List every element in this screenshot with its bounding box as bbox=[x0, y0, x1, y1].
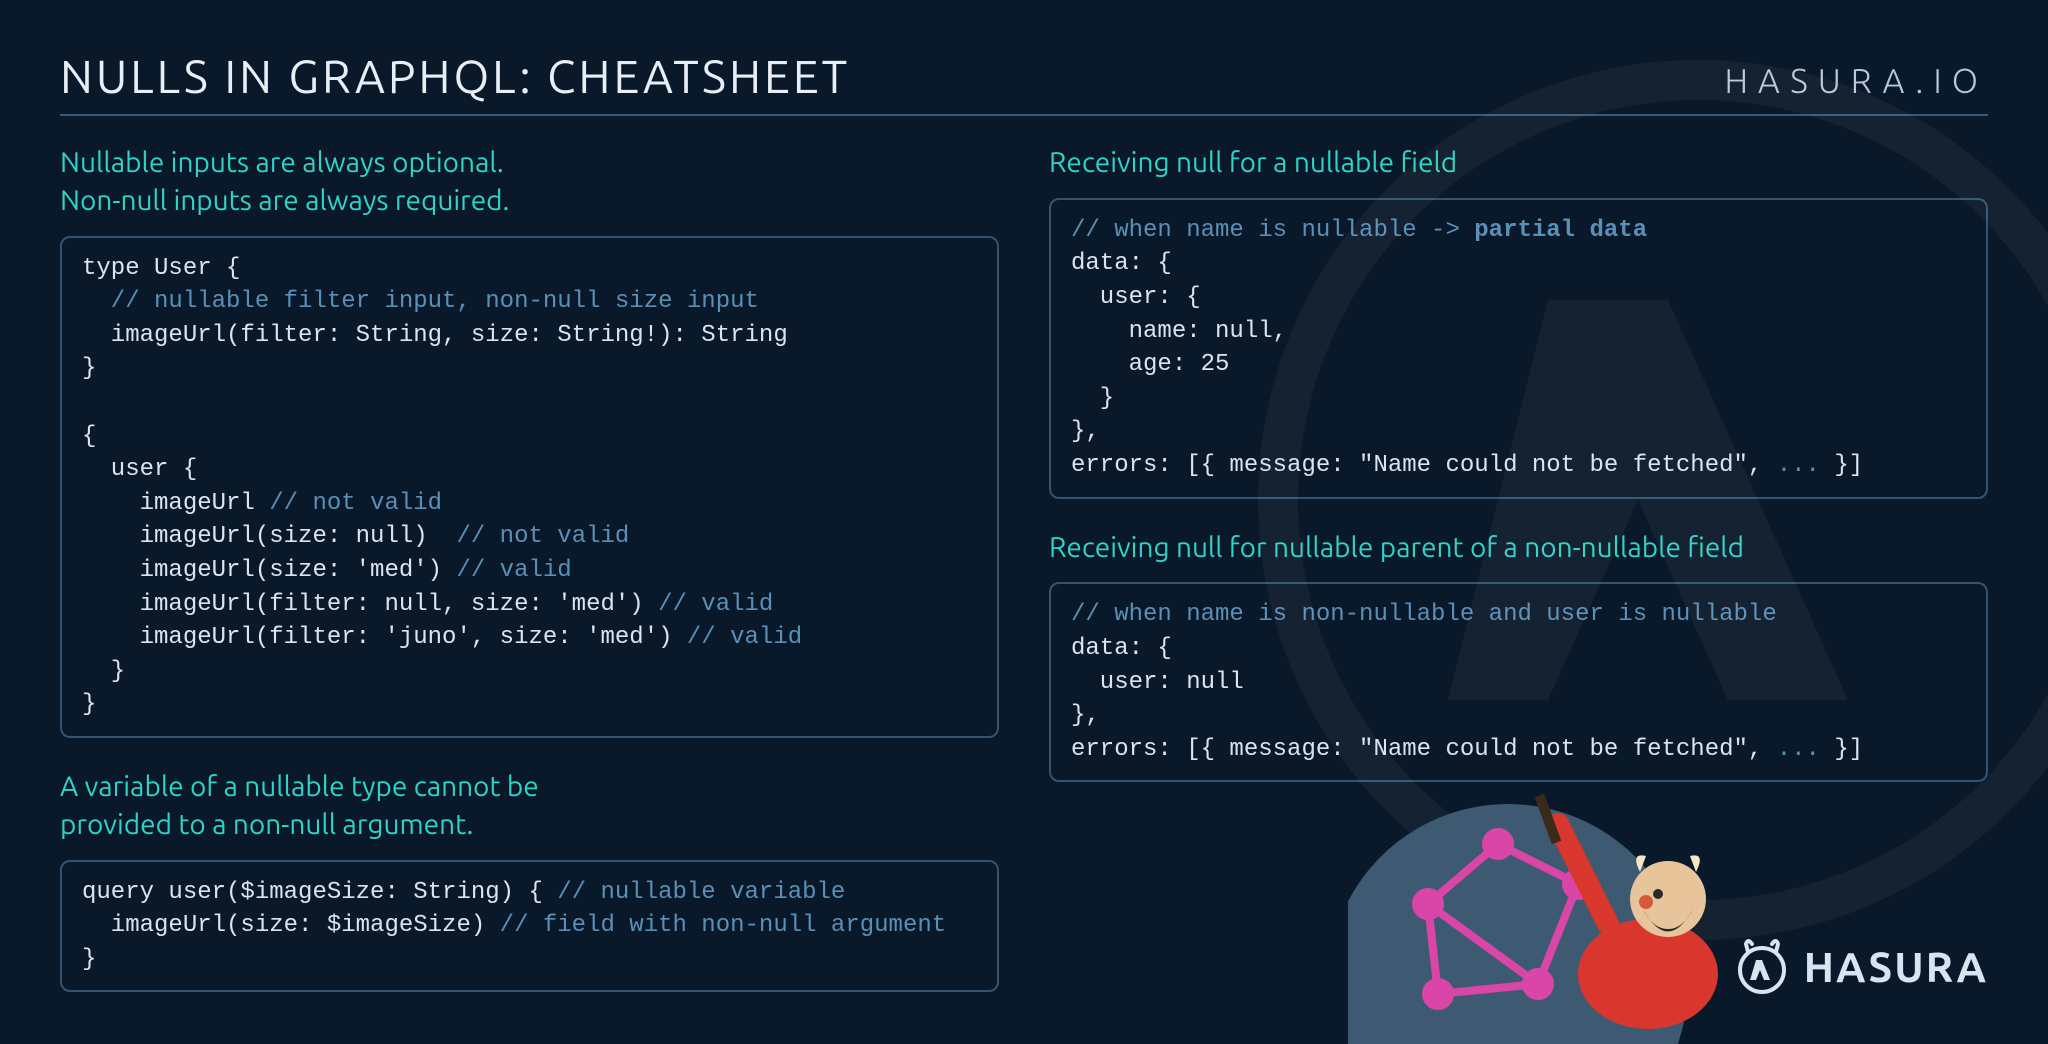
content-columns: Nullable inputs are always optional. Non… bbox=[60, 144, 1988, 1022]
section-heading-nullable-field: Receiving null for a nullable field bbox=[1049, 144, 1988, 182]
hasura-logo-icon bbox=[1734, 938, 1790, 994]
code-block-partial-data: // when name is nullable -> partial data… bbox=[1049, 198, 1988, 499]
right-column: Receiving null for a nullable field // w… bbox=[1049, 144, 1988, 1022]
heading-line: Nullable inputs are always optional. bbox=[60, 147, 504, 178]
section-heading-inputs: Nullable inputs are always optional. Non… bbox=[60, 144, 999, 220]
hasura-logo: HASURA bbox=[1734, 938, 1988, 994]
section-heading-variable: A variable of a nullable type cannot be … bbox=[60, 768, 999, 844]
left-column: Nullable inputs are always optional. Non… bbox=[60, 144, 999, 1022]
heading-line: A variable of a nullable type cannot be bbox=[60, 771, 539, 802]
code-block-query-user: query user($imageSize: String) { // null… bbox=[60, 860, 999, 993]
heading-line: provided to a non-null argument. bbox=[60, 809, 473, 840]
code-block-type-user: type User { // nullable filter input, no… bbox=[60, 236, 999, 738]
header: NULLS IN GRAPHQL: CHEATSHEET HASURA.IO bbox=[60, 50, 1988, 116]
code-block-parent-null: // when name is non-nullable and user is… bbox=[1049, 582, 1988, 782]
page-title: NULLS IN GRAPHQL: CHEATSHEET bbox=[60, 50, 850, 102]
section-heading-nullable-parent: Receiving null for nullable parent of a … bbox=[1049, 529, 1988, 567]
hasura-logo-text: HASURA bbox=[1804, 943, 1988, 990]
heading-line: Non-null inputs are always required. bbox=[60, 185, 509, 216]
brand-url: HASURA.IO bbox=[1724, 62, 1988, 100]
